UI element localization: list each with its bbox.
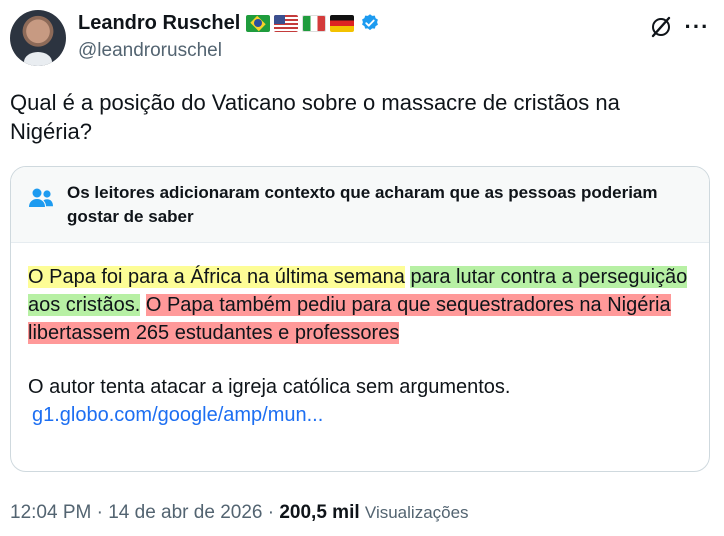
views-label: Visualizações <box>364 503 469 522</box>
meta-separator: · <box>267 502 275 523</box>
people-icon <box>29 188 53 207</box>
community-note-source-link[interactable]: g1.globo.com/google/amp/mun... <box>32 401 692 429</box>
author-name[interactable]: Leandro Ruschel <box>78 12 240 35</box>
author-name-row: Leandro Ruschel <box>78 9 380 37</box>
tweet-meta: 12:04 PM · 14 de abr de 2026 · 200,5 mil… <box>10 502 469 524</box>
author-handle[interactable]: @leandroruschel <box>78 40 222 62</box>
more-options-icon[interactable]: ··· <box>684 14 710 40</box>
community-note-paragraph: O Papa foi para a África na última seman… <box>28 263 692 347</box>
community-note-header: Os leitores adicionaram contexto que ach… <box>11 167 709 243</box>
community-note-body: O Papa foi para a África na última seman… <box>11 243 709 429</box>
community-note-second-paragraph: O autor tenta atacar a igreja católica s… <box>28 376 511 398</box>
usa-flag-icon <box>274 14 299 32</box>
note-segment-highlighted: O Papa foi para a África na última seman… <box>28 266 405 288</box>
tweet-text: Qual é a posição do Vaticano sobre o mas… <box>10 90 620 144</box>
germany-flag-icon <box>330 14 355 32</box>
meta-separator: · <box>96 502 103 523</box>
grok-icon[interactable] <box>648 14 674 40</box>
tweet-time[interactable]: 12:04 PM <box>10 502 91 523</box>
views-count: 200,5 mil <box>279 502 360 523</box>
verified-badge-icon[interactable] <box>360 13 380 33</box>
avatar[interactable] <box>10 10 66 66</box>
brazil-flag-icon <box>246 14 271 32</box>
italy-flag-icon <box>302 14 327 32</box>
tweet-date[interactable]: 14 de abr de 2026 <box>108 502 262 523</box>
community-note-title: Os leitores adicionaram contexto que ach… <box>67 183 658 226</box>
community-note: Os leitores adicionaram contexto que ach… <box>10 166 710 472</box>
